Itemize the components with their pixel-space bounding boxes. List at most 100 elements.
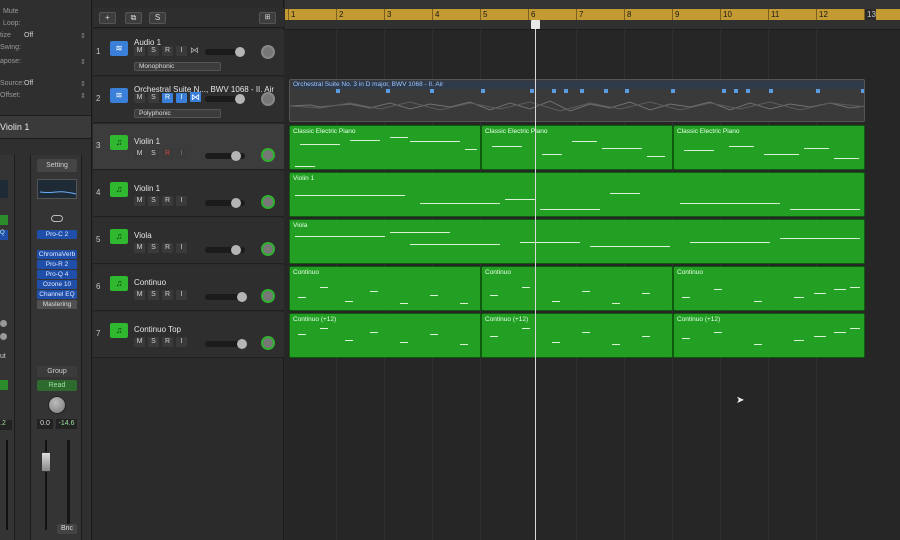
pan-knob[interactable] xyxy=(261,336,275,350)
midi-region[interactable]: Continuo (+12) xyxy=(673,313,865,358)
solo-button[interactable]: S xyxy=(148,337,159,347)
input-monitor-button[interactable]: I xyxy=(176,46,187,56)
beat-ruler[interactable] xyxy=(285,20,900,30)
flex-marker[interactable] xyxy=(580,89,584,93)
inspector-quantize-row[interactable]: tize Off ⇕ xyxy=(0,32,91,43)
record-button[interactable]: R xyxy=(162,93,173,103)
pan-knob[interactable] xyxy=(48,396,66,414)
plugin-slot[interactable]: Mastering xyxy=(37,300,77,309)
audio-region[interactable]: Orchestral Suite No. 3 in D major, BWV 1… xyxy=(289,79,865,122)
solo-button[interactable]: S xyxy=(148,243,159,253)
track-name[interactable]: Viola xyxy=(134,231,274,240)
flex-marker[interactable] xyxy=(769,89,773,93)
midi-region[interactable]: Continuo xyxy=(673,266,865,311)
record-button[interactable]: R xyxy=(162,290,173,300)
bowtie-icon[interactable]: ⋈ xyxy=(190,45,199,56)
flex-marker[interactable] xyxy=(604,89,608,93)
flex-marker[interactable] xyxy=(430,89,434,93)
playhead-handle[interactable] xyxy=(531,20,540,29)
mute-button[interactable]: M xyxy=(134,196,145,206)
group-button[interactable]: Group xyxy=(37,366,77,377)
duplicate-track-button[interactable]: ⧉ xyxy=(125,12,142,24)
playhead[interactable] xyxy=(535,20,536,540)
inspector-source-row[interactable]: Source: Off ⇕ xyxy=(0,80,91,91)
input-monitor-button[interactable]: I xyxy=(176,196,187,206)
flex-marker[interactable] xyxy=(816,89,820,93)
flex-mode-select[interactable]: Polyphonic xyxy=(134,109,221,118)
strip-automation-button[interactable] xyxy=(0,380,8,390)
mute-button[interactable]: M xyxy=(134,93,145,103)
input-monitor-button[interactable]: I xyxy=(176,337,187,347)
volume-slider-knob[interactable] xyxy=(231,245,241,255)
track-header-6[interactable]: 6 ♫ Continuo M S R I xyxy=(93,265,284,311)
volume-slider-knob[interactable] xyxy=(231,198,241,208)
folder-icon[interactable]: ⊞ xyxy=(259,12,276,24)
solo-button[interactable]: S xyxy=(148,93,159,103)
track-name[interactable]: Violin 1 xyxy=(134,184,274,193)
send-knob[interactable] xyxy=(0,333,7,340)
pan-knob[interactable] xyxy=(261,289,275,303)
pan-knob[interactable] xyxy=(261,242,275,256)
flex-marker[interactable] xyxy=(722,89,726,93)
pan-knob[interactable] xyxy=(261,45,275,59)
inspector-swing-row[interactable]: Swing: xyxy=(0,44,91,55)
mute-button[interactable]: M xyxy=(134,46,145,56)
global-solo-button[interactable]: S xyxy=(149,12,166,24)
automation-read-button[interactable]: Read xyxy=(37,380,77,391)
midi-region[interactable]: Violin 1 xyxy=(289,172,865,217)
midi-region[interactable]: Continuo (+12) xyxy=(289,313,481,358)
inspector-mute-row[interactable]: Mute xyxy=(0,8,91,19)
flex-marker[interactable] xyxy=(386,89,390,93)
record-button[interactable]: R xyxy=(162,243,173,253)
inspector-track-name[interactable]: Violin 1 xyxy=(0,115,91,139)
bar-ruler[interactable]: 1 2 3 4 5 6 7 8 9 10 11 12 13 xyxy=(285,9,900,20)
solo-button[interactable]: S xyxy=(148,149,159,159)
plugin-slot[interactable]: Channel EQ xyxy=(37,290,77,299)
inspector-offset-row[interactable]: Offset: ⇕ xyxy=(0,92,91,103)
inspector-transpose-row[interactable]: apose: ⇕ xyxy=(0,58,91,69)
record-button[interactable]: R xyxy=(162,46,173,56)
flex-marker[interactable] xyxy=(336,89,340,93)
mute-button[interactable]: M xyxy=(134,243,145,253)
flex-marker[interactable] xyxy=(530,89,534,93)
flex-marker[interactable] xyxy=(552,89,556,93)
midi-region[interactable]: Classic Electric Piano xyxy=(481,125,673,170)
volume-fader[interactable] xyxy=(41,452,51,472)
midi-region[interactable]: Classic Electric Piano xyxy=(289,125,481,170)
track-header-1[interactable]: 1 ≋ Audio 1 M S R I ⋈ Monophonic xyxy=(93,30,284,76)
plugin-slot[interactable]: ChromaVerb xyxy=(37,250,77,259)
flex-marker[interactable] xyxy=(564,89,568,93)
volume-slider-knob[interactable] xyxy=(237,292,247,302)
midi-region[interactable]: Classic Electric Piano xyxy=(673,125,865,170)
link-icon[interactable] xyxy=(51,215,63,222)
pan-knob[interactable] xyxy=(261,148,275,162)
inspector-loop-row[interactable]: Loop: xyxy=(0,20,91,31)
track-header-5[interactable]: 5 ♫ Viola M S R I xyxy=(93,218,284,264)
track-name[interactable]: Violin 1 xyxy=(134,137,274,146)
record-button[interactable]: R xyxy=(162,337,173,347)
mute-button[interactable]: M xyxy=(134,290,145,300)
mute-button[interactable]: M xyxy=(134,337,145,347)
midi-region[interactable]: Continuo xyxy=(481,266,673,311)
solo-button[interactable]: S xyxy=(148,290,159,300)
midi-region[interactable]: Continuo xyxy=(289,266,481,311)
mute-button[interactable]: M xyxy=(134,149,145,159)
send-knob[interactable] xyxy=(0,320,7,327)
solo-button[interactable]: S xyxy=(148,196,159,206)
record-button[interactable]: R xyxy=(162,196,173,206)
track-name[interactable]: Continuo xyxy=(134,278,274,287)
flex-marker[interactable] xyxy=(734,89,738,93)
track-header-3[interactable]: 3 ♫ Violin 1 M S R I xyxy=(93,124,284,170)
setting-button[interactable]: Setting xyxy=(37,159,77,172)
flex-marker[interactable] xyxy=(481,89,485,93)
strip-input-button[interactable] xyxy=(0,215,8,225)
plugin-slot[interactable]: Pro-R 2 xyxy=(37,260,77,269)
solo-button[interactable]: S xyxy=(148,46,159,56)
volume-slider-knob[interactable] xyxy=(235,47,245,57)
add-track-button[interactable]: + xyxy=(99,12,116,24)
bounce-button[interactable]: Bnc xyxy=(57,524,77,534)
track-header-7[interactable]: 7 ♫ Continuo Top M S R I xyxy=(93,312,284,358)
input-monitor-button[interactable]: I xyxy=(176,290,187,300)
flex-marker[interactable] xyxy=(861,89,864,93)
pan-knob[interactable] xyxy=(261,92,275,106)
